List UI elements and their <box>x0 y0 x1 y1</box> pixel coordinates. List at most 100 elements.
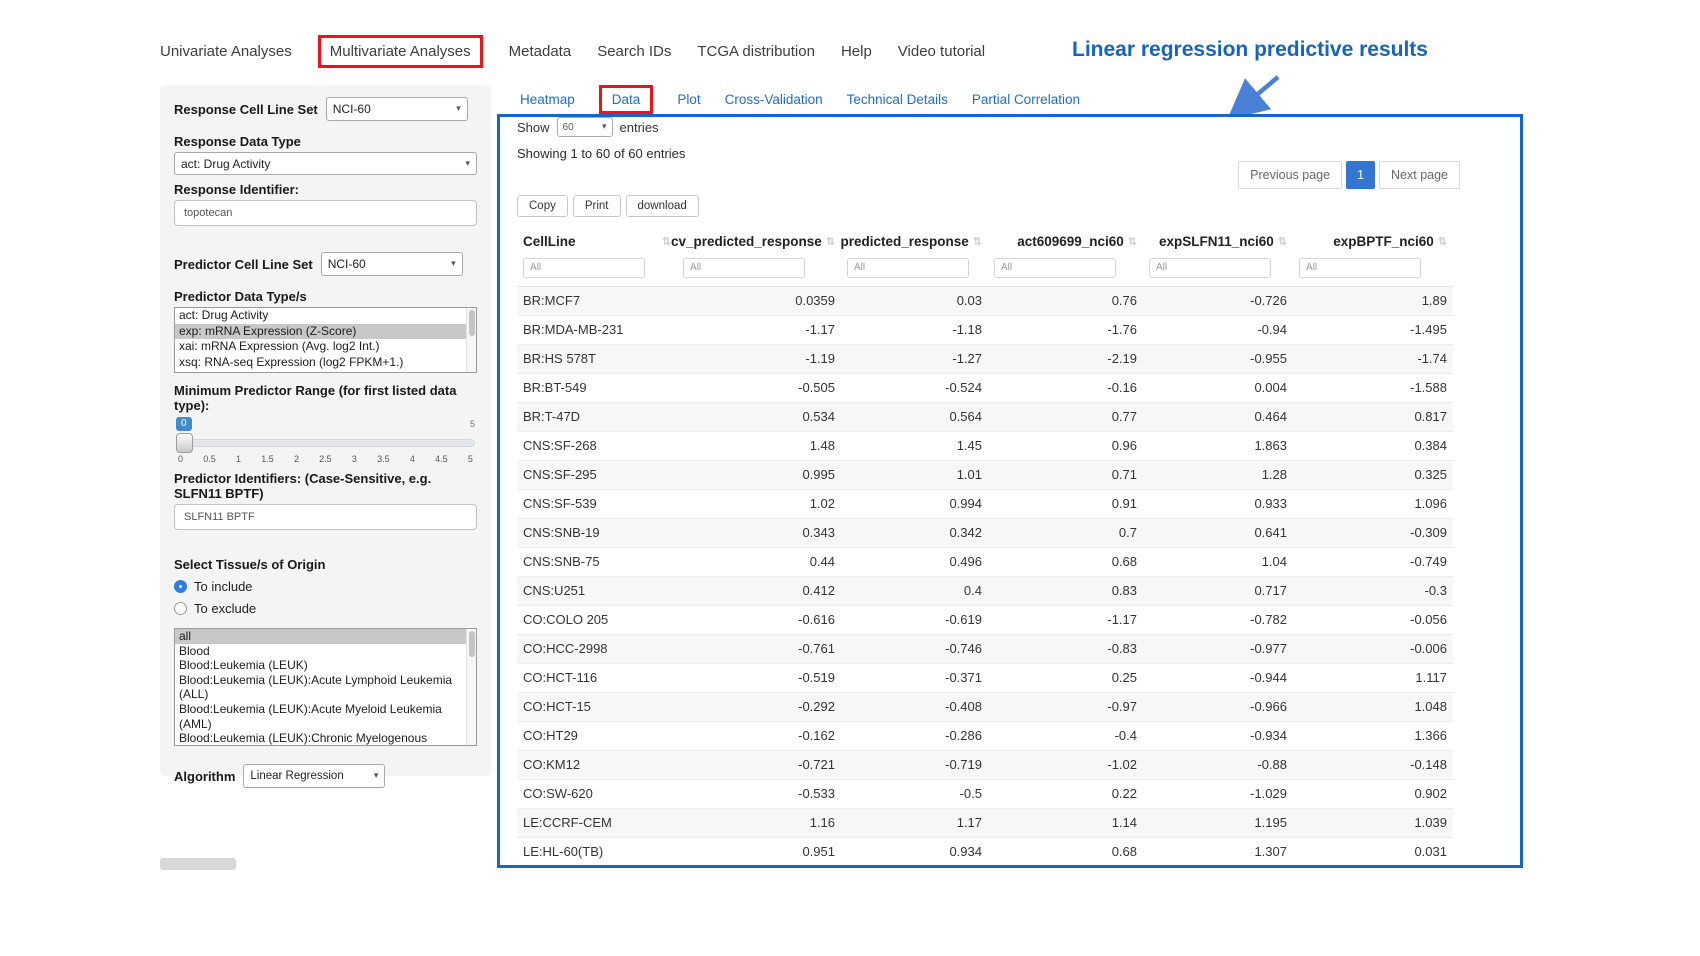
table-row[interactable]: CNS:SF-2681.481.450.961.8630.384 <box>517 431 1453 460</box>
table-row[interactable]: CNS:SF-2950.9951.010.711.280.325 <box>517 460 1453 489</box>
predictor-data-types-listbox[interactable]: act: Drug Activityexp: mRNA Expression (… <box>174 307 477 373</box>
column-header-expbptf-nci60[interactable]: expBPTF_nci60⇅ <box>1293 225 1453 255</box>
predictor-cell-line-set-select[interactable]: NCI-60 ▾ <box>321 252 463 276</box>
tab-partial-correlation[interactable]: Partial Correlation <box>972 92 1080 107</box>
table-row[interactable]: BR:BT-549-0.505-0.524-0.160.004-1.588 <box>517 373 1453 402</box>
sort-icon[interactable]: ⇅ <box>1438 235 1447 248</box>
column-header-cellline[interactable]: CellLine⇅ <box>517 225 677 255</box>
cellline-cell: BR:T-47D <box>517 402 677 431</box>
filter-input-predicted-response[interactable] <box>847 258 969 278</box>
print-button[interactable]: Print <box>573 195 621 217</box>
radio-icon <box>174 580 187 593</box>
column-header-act609699-nci60[interactable]: act609699_nci60⇅ <box>988 225 1143 255</box>
value-cell: -0.519 <box>677 663 841 692</box>
table-body: BR:MCF70.03590.030.76-0.7261.89BR:MDA-MB… <box>517 286 1453 866</box>
table-row[interactable]: BR:MDA-MB-231-1.17-1.18-1.76-0.94-1.495 <box>517 315 1453 344</box>
column-label: predicted_response <box>840 234 968 249</box>
table-row[interactable]: LE:CCRF-CEM1.161.171.141.1951.039 <box>517 808 1453 837</box>
tissue-option-blood-leukemia-leuk-acute-lymphoid-leukemia-all[interactable]: Blood:Leukemia (LEUK):Acute Lymphoid Leu… <box>175 673 476 702</box>
tissue-option-blood[interactable]: Blood <box>175 644 476 659</box>
table-row[interactable]: CO:HCC-2998-0.761-0.746-0.83-0.977-0.006 <box>517 634 1453 663</box>
tab-cross-validation[interactable]: Cross-Validation <box>725 92 823 107</box>
nav-item-tcga-distribution[interactable]: TCGA distribution <box>697 43 815 60</box>
next-page-button[interactable]: Next page <box>1379 161 1460 189</box>
scrollbar[interactable] <box>466 308 476 372</box>
tab-heatmap[interactable]: Heatmap <box>520 92 575 107</box>
scrollbar-thumb[interactable] <box>469 631 475 657</box>
download-button[interactable]: download <box>626 195 699 217</box>
slider-tick-label: 2 <box>294 454 299 464</box>
scrollbar-thumb[interactable] <box>469 310 475 336</box>
sort-icon[interactable]: ⇅ <box>1128 235 1137 248</box>
predictor-option-xsq-rna-seq-expression-log2-fpkm-1[interactable]: xsq: RNA-seq Expression (log2 FPKM+1.) <box>175 355 476 371</box>
nav-item-video-tutorial[interactable]: Video tutorial <box>898 43 985 60</box>
algorithm-select[interactable]: Linear Regression ▾ <box>243 764 385 788</box>
table-row[interactable]: CO:HCT-116-0.519-0.3710.25-0.9441.117 <box>517 663 1453 692</box>
nav-item-help[interactable]: Help <box>841 43 872 60</box>
column-header-cv-predicted-response[interactable]: cv_predicted_response⇅ <box>677 225 841 255</box>
predictor-option-exp-mrna-expression-z-score[interactable]: exp: mRNA Expression (Z-Score) <box>175 324 476 340</box>
predictor-option-act-drug-activity[interactable]: act: Drug Activity <box>175 308 476 324</box>
tab-data[interactable]: Data <box>599 85 654 114</box>
tissue-option-all[interactable]: all <box>175 629 476 644</box>
response-identifier-input[interactable] <box>174 200 477 226</box>
nav-item-multivariate-analyses[interactable]: Multivariate Analyses <box>318 35 483 68</box>
response-cell-line-set-select[interactable]: NCI-60 ▾ <box>326 97 468 121</box>
top-navigation: Univariate Analyses Multivariate Analyses… <box>160 34 985 68</box>
cellline-cell: CNS:U251 <box>517 576 677 605</box>
value-cell: 0.77 <box>988 402 1143 431</box>
sort-icon[interactable]: ⇅ <box>662 235 671 248</box>
table-row[interactable]: LE:HL-60(TB)0.9510.9340.681.3070.031 <box>517 837 1453 866</box>
tissue-radio-to-include[interactable]: To include <box>174 579 477 594</box>
table-row[interactable]: BR:T-47D0.5340.5640.770.4640.817 <box>517 402 1453 431</box>
table-row[interactable]: CNS:SNB-190.3430.3420.70.641-0.309 <box>517 518 1453 547</box>
table-row[interactable]: CNS:SF-5391.020.9940.910.9331.096 <box>517 489 1453 518</box>
table-row[interactable]: CO:HT29-0.162-0.286-0.4-0.9341.366 <box>517 721 1453 750</box>
scrollbar[interactable] <box>466 629 476 745</box>
column-header-inner: act609699_nci60⇅ <box>994 234 1137 249</box>
filter-input-act609699-nci60[interactable] <box>994 258 1116 278</box>
sort-icon[interactable]: ⇅ <box>1278 235 1287 248</box>
nav-item-search-ids[interactable]: Search IDs <box>597 43 671 60</box>
column-header-expslfn11-nci60[interactable]: expSLFN11_nci60⇅ <box>1143 225 1293 255</box>
table-row[interactable]: BR:HS 578T-1.19-1.27-2.19-0.955-1.74 <box>517 344 1453 373</box>
filter-cell-cv-predicted-response <box>677 255 841 286</box>
value-cell: -0.83 <box>988 634 1143 663</box>
current-page-button[interactable]: 1 <box>1346 161 1375 189</box>
nav-item-metadata[interactable]: Metadata <box>509 43 572 60</box>
entries-count-select[interactable]: 60 ▾ <box>557 117 613 137</box>
column-header-predicted-response[interactable]: predicted_response ⇅ <box>841 225 988 255</box>
table-row[interactable]: CO:SW-620-0.533-0.50.22-1.0290.902 <box>517 779 1453 808</box>
tab-plot[interactable]: Plot <box>677 92 700 107</box>
value-cell: 0.71 <box>988 460 1143 489</box>
tissue-option-blood-leukemia-leuk-chronic-myelogenous-leukemia-cml[interactable]: Blood:Leukemia (LEUK):Chronic Myelogenou… <box>175 731 476 746</box>
nav-item-univariate-analyses[interactable]: Univariate Analyses <box>160 43 292 60</box>
table-row[interactable]: CO:HCT-15-0.292-0.408-0.97-0.9661.048 <box>517 692 1453 721</box>
filter-input-cellline[interactable] <box>523 258 645 278</box>
slider-handle[interactable] <box>176 433 193 453</box>
value-cell: -1.17 <box>677 315 841 344</box>
response-data-type-select[interactable]: act: Drug Activity ▾ <box>174 152 477 175</box>
table-row[interactable]: CO:COLO 205-0.616-0.619-1.17-0.782-0.056 <box>517 605 1453 634</box>
previous-page-button[interactable]: Previous page <box>1238 161 1342 189</box>
table-row[interactable]: CO:KM12-0.721-0.719-1.02-0.88-0.148 <box>517 750 1453 779</box>
tab-technical-details[interactable]: Technical Details <box>847 92 948 107</box>
table-row[interactable]: CNS:U2510.4120.40.830.717-0.3 <box>517 576 1453 605</box>
predictor-identifiers-input[interactable] <box>174 504 477 530</box>
tissue-option-blood-leukemia-leuk[interactable]: Blood:Leukemia (LEUK) <box>175 658 476 673</box>
tissue-listbox[interactable]: allBloodBlood:Leukemia (LEUK)Blood:Leuke… <box>174 628 477 746</box>
filter-input-expbptf-nci60[interactable] <box>1299 258 1421 278</box>
filter-input-cv-predicted-response[interactable] <box>683 258 805 278</box>
table-row[interactable]: CNS:SNB-750.440.4960.681.04-0.749 <box>517 547 1453 576</box>
sort-icon[interactable]: ⇅ <box>826 235 835 248</box>
copy-button[interactable]: Copy <box>517 195 568 217</box>
table-row[interactable]: BR:MCF70.03590.030.76-0.7261.89 <box>517 286 1453 315</box>
tissue-radio-to-exclude[interactable]: To exclude <box>174 601 477 616</box>
filter-input-expslfn11-nci60[interactable] <box>1149 258 1271 278</box>
value-cell: 0.412 <box>677 576 841 605</box>
sort-icon[interactable]: ⇅ <box>973 235 982 248</box>
predictor-option-xai-mrna-expression-avg-log2-int[interactable]: xai: mRNA Expression (Avg. log2 Int.) <box>175 339 476 355</box>
value-cell: -1.495 <box>1293 315 1453 344</box>
slider-track[interactable] <box>176 439 475 447</box>
tissue-option-blood-leukemia-leuk-acute-myeloid-leukemia-aml[interactable]: Blood:Leukemia (LEUK):Acute Myeloid Leuk… <box>175 702 476 731</box>
